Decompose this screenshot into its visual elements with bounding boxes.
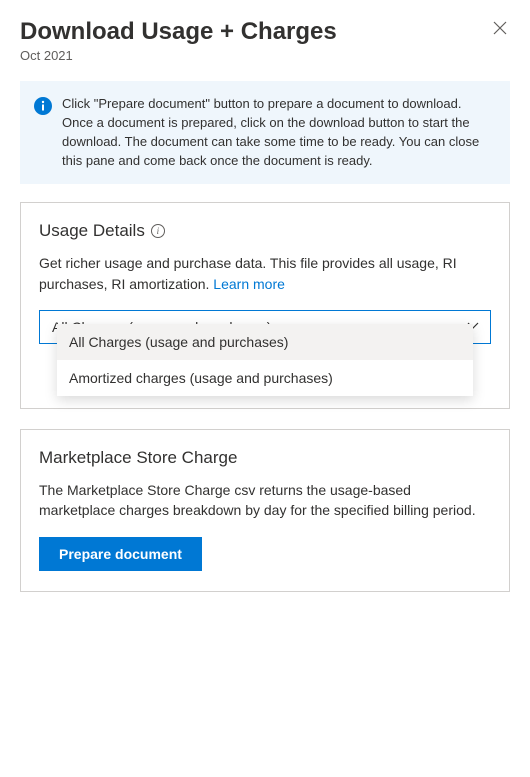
info-text: Click "Prepare document" button to prepa… — [62, 95, 494, 170]
marketplace-card: Marketplace Store Charge The Marketplace… — [20, 429, 510, 592]
prepare-document-button[interactable]: Prepare document — [39, 537, 202, 571]
close-icon — [492, 20, 508, 36]
info-outline-icon[interactable]: i — [151, 224, 165, 238]
page-title: Download Usage + Charges — [20, 18, 510, 46]
option-amortized-charges[interactable]: Amortized charges (usage and purchases) — [57, 360, 473, 396]
close-button[interactable] — [492, 20, 512, 40]
marketplace-description: The Marketplace Store Charge csv returns… — [39, 480, 491, 521]
page-subtitle: Oct 2021 — [20, 48, 510, 63]
usage-title: Usage Details — [39, 221, 145, 241]
usage-details-card: Usage Details i Get richer usage and pur… — [20, 202, 510, 409]
learn-more-link[interactable]: Learn more — [213, 276, 285, 292]
marketplace-title: Marketplace Store Charge — [39, 448, 237, 468]
charges-dropdown: All Charges (usage and purchases) Amorti… — [57, 324, 473, 396]
info-banner: Click "Prepare document" button to prepa… — [20, 81, 510, 184]
info-icon — [34, 97, 52, 118]
usage-description: Get richer usage and purchase data. This… — [39, 253, 491, 294]
panel-header: Download Usage + Charges Oct 2021 — [0, 0, 530, 73]
option-all-charges[interactable]: All Charges (usage and purchases) — [57, 324, 473, 360]
